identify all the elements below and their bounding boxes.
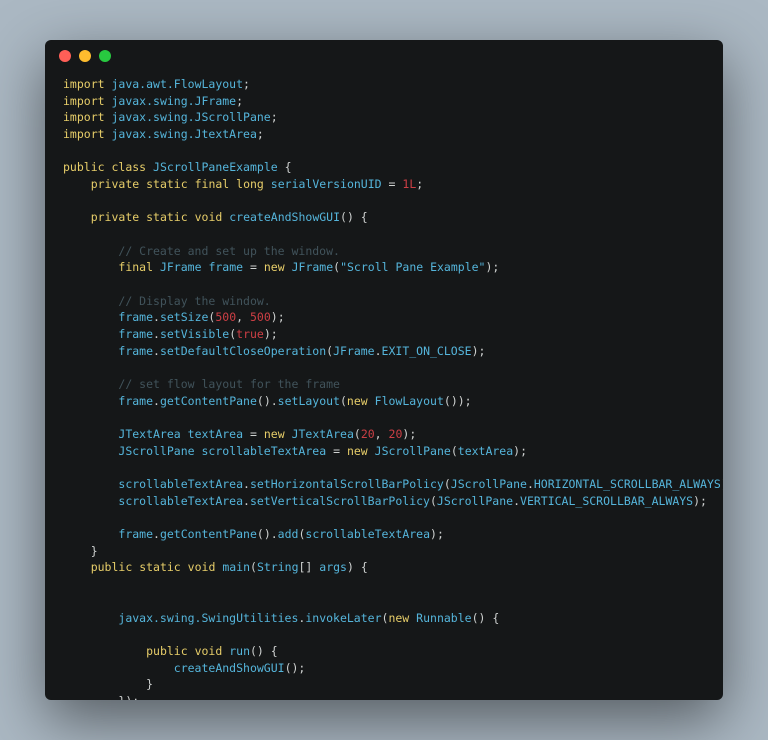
ctor: JTextArea [292,427,354,441]
kw-new: new [347,394,368,408]
pkg: javax.swing.SwingUtilities [118,611,298,625]
num: 1L [402,177,416,191]
comment: // Display the window. [118,294,270,308]
call: setHorizontalScrollBarPolicy [250,477,444,491]
bool: true [236,327,264,341]
kw-public: public [146,644,188,658]
num: 20 [361,427,375,441]
obj: frame [118,327,153,341]
const: HORIZONTAL_SCROLLBAR_ALWAYS [534,477,721,491]
var: scrollableTextArea [202,444,327,458]
kw-void: void [195,210,223,224]
string: "Scroll Pane Example" [340,260,485,274]
comment: // set flow layout for the frame [118,377,340,391]
num: 500 [250,310,271,324]
kw-void: void [188,560,216,574]
cls: JScrollPane [451,477,527,491]
ctor: Runnable [416,611,471,625]
call: setSize [160,310,208,324]
call: getContentPane [160,394,257,408]
ctor: FlowLayout [375,394,444,408]
var: textArea [188,427,243,441]
obj: frame [118,310,153,324]
minimize-icon[interactable] [79,50,91,62]
method-name: run [229,644,250,658]
kw-class: class [111,160,146,174]
code-block: import java.awt.FlowLayout; import javax… [45,72,723,700]
kw-new: new [264,427,285,441]
const: EXIT_ON_CLOSE [382,344,472,358]
kw-import: import [63,94,105,108]
code-window: import java.awt.FlowLayout; import javax… [45,40,723,700]
pkg: javax.swing.JtextArea [111,127,256,141]
kw-final: final [118,260,153,274]
kw-private: private [91,210,139,224]
call: getContentPane [160,527,257,541]
call: setLayout [278,394,340,408]
kw-import: import [63,127,105,141]
kw-long: long [236,177,264,191]
pkg: java.awt.FlowLayout [111,77,243,91]
call: add [278,527,299,541]
type: JScrollPane [118,444,194,458]
kw-new: new [347,444,368,458]
call: setDefaultCloseOperation [160,344,326,358]
num: 500 [215,310,236,324]
const: VERTICAL_SCROLLBAR_ALWAYS [520,494,693,508]
method-name: main [222,560,250,574]
param-type: String [257,560,299,574]
obj: frame [118,344,153,358]
call: setVisible [160,327,229,341]
kw-import: import [63,77,105,91]
close-icon[interactable] [59,50,71,62]
cls: JScrollPane [437,494,513,508]
kw-public: public [91,560,133,574]
kw-new: new [388,611,409,625]
kw-static: static [146,177,188,191]
num: 20 [389,427,403,441]
var: frame [208,260,243,274]
type: JFrame [160,260,202,274]
kw-static: static [139,560,181,574]
ctor: JFrame [292,260,334,274]
kw-public: public [63,160,105,174]
kw-static: static [146,210,188,224]
kw-final: final [195,177,230,191]
maximize-icon[interactable] [99,50,111,62]
type: JTextArea [118,427,180,441]
call: setVerticalScrollBarPolicy [250,494,430,508]
call: invokeLater [305,611,381,625]
obj: scrollableTextArea [118,477,243,491]
arg: scrollableTextArea [305,527,430,541]
kw-void: void [195,644,223,658]
call: createAndShowGUI [174,661,285,675]
obj: frame [118,394,153,408]
arg: textArea [458,444,513,458]
comment: // Create and set up the window. [118,244,340,258]
obj: frame [118,527,153,541]
pkg: javax.swing.JScrollPane [111,110,270,124]
class-name: JScrollPaneExample [153,160,278,174]
param-name: args [319,560,347,574]
cls: JFrame [333,344,375,358]
obj: scrollableTextArea [118,494,243,508]
kw-import: import [63,110,105,124]
kw-new: new [264,260,285,274]
field: serialVersionUID [271,177,382,191]
ctor: JScrollPane [375,444,451,458]
kw-private: private [91,177,139,191]
method-name: createAndShowGUI [229,210,340,224]
pkg: javax.swing.JFrame [111,94,236,108]
window-titlebar [45,40,723,72]
